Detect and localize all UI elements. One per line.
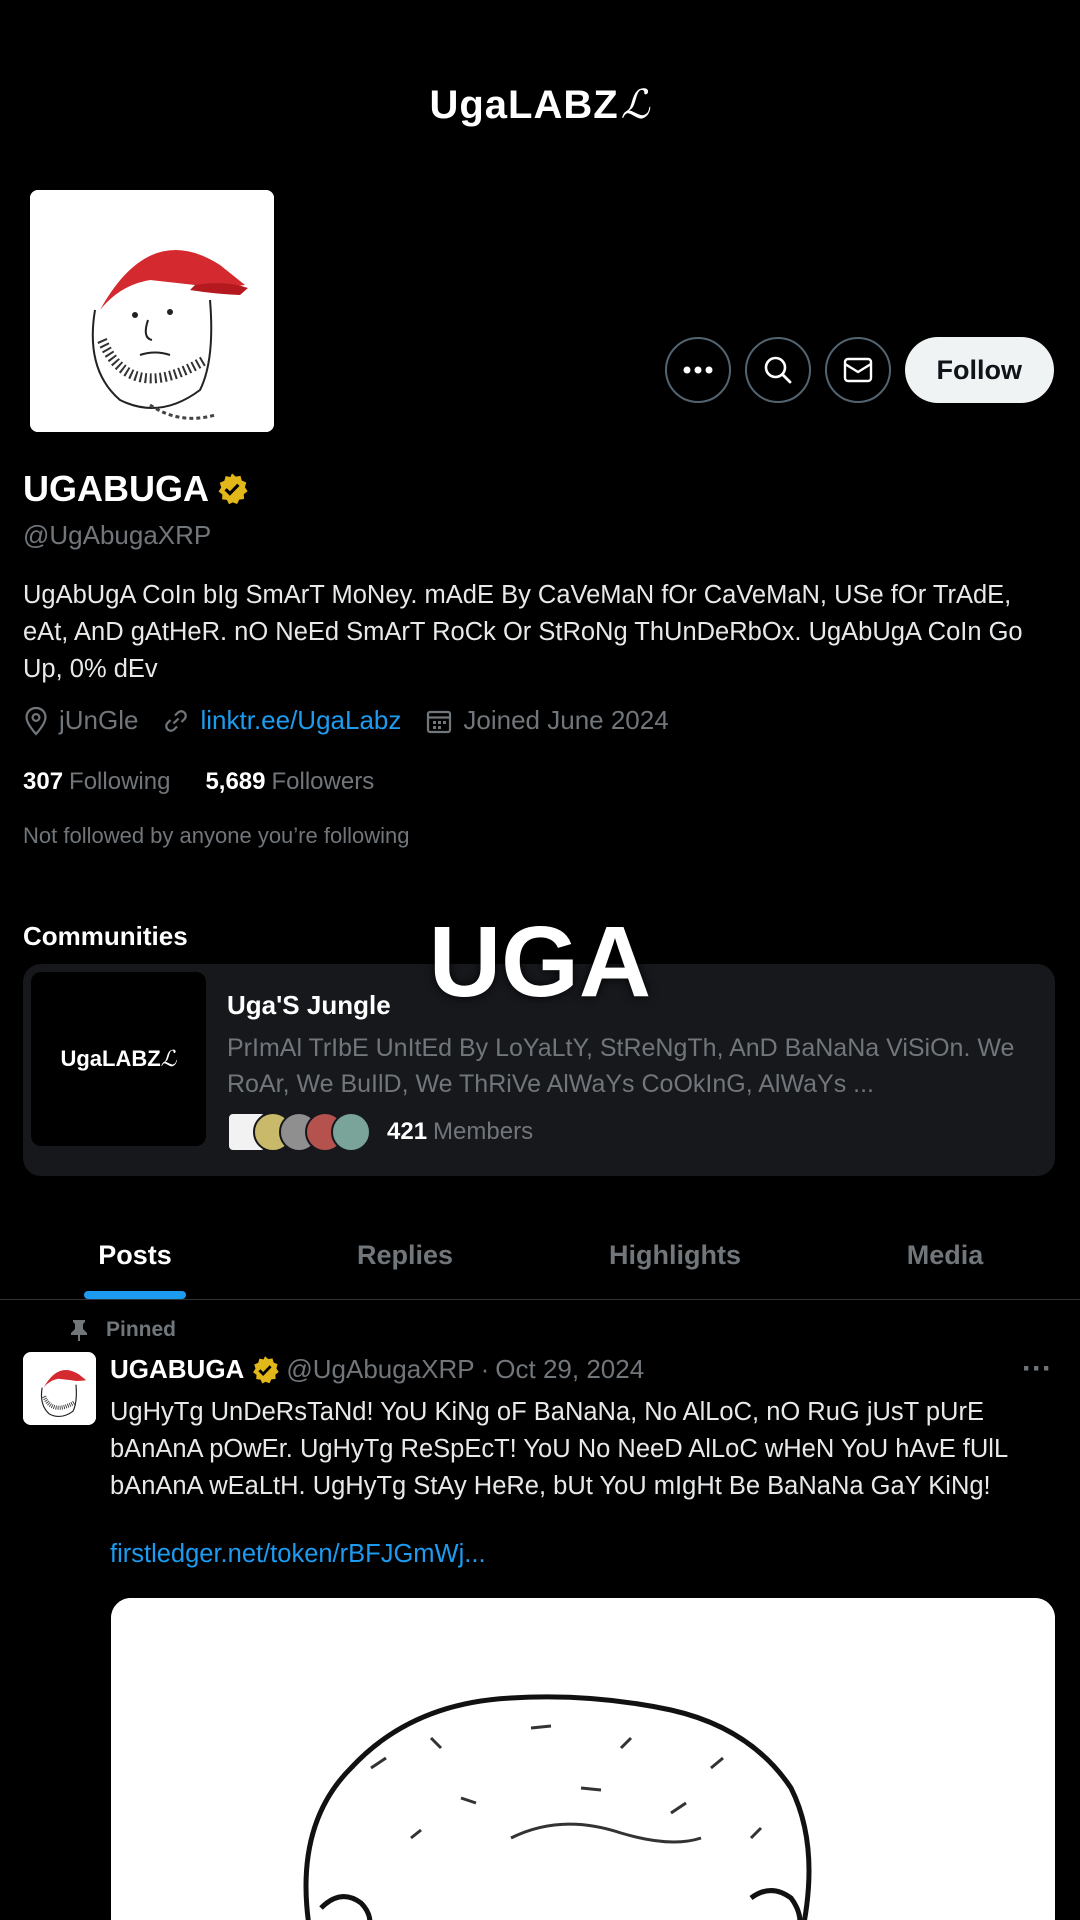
tab-highlights[interactable]: Highlights (540, 1212, 810, 1299)
calendar-icon (427, 710, 452, 733)
tab-posts[interactable]: Posts (0, 1212, 270, 1299)
verified-badge-icon (253, 1355, 280, 1383)
joined-item: Joined June 2024 (425, 705, 669, 736)
profile-bio: UgAbUgA CoIn bIg SmArT MoNey. mAdE By Ca… (23, 581, 1023, 683)
verified-badge-icon[interactable] (215, 472, 249, 506)
location-text: jUnGle (59, 705, 139, 735)
search-button[interactable] (744, 337, 811, 403)
post-link[interactable]: firstledger.net/token/rBFJGmWj... (110, 1540, 486, 1569)
profile-handle: @UgAbugaXRP (23, 520, 212, 550)
joined-text: Joined June 2024 (463, 705, 669, 735)
post-author-avatar[interactable] (23, 1352, 96, 1425)
post-header: UGABUGA @UgAbugaXRP · Oct 29, 2024 (110, 1354, 644, 1385)
profile-name: UGABUGA (23, 468, 209, 509)
video-caption-overlay: UGA (428, 906, 652, 1018)
pinned-indicator: Pinned (70, 1318, 176, 1342)
profile-meta: jUnGle linktr.ee/UgaLabz Joined June 202… (23, 705, 693, 736)
pin-icon (71, 1320, 87, 1341)
post-author-name[interactable]: UGABUGA (110, 1354, 244, 1385)
community-members: 421 Members (227, 1112, 533, 1152)
search-icon (764, 356, 791, 384)
profile-tabs: Posts Replies Highlights Media (0, 1212, 1080, 1300)
more-icon (683, 366, 713, 374)
more-button[interactable] (664, 337, 731, 403)
banana-mark-icon: ℒ (620, 82, 651, 128)
post-date[interactable]: Oct 29, 2024 (495, 1354, 644, 1385)
wojak-avatar-image (23, 1352, 96, 1425)
banana-mark-icon: ℒ (160, 1046, 177, 1072)
profile-avatar[interactable]: ACHIN (28, 188, 276, 434)
location-pin-icon (25, 706, 47, 736)
message-button[interactable] (824, 337, 891, 403)
link-icon (165, 709, 188, 732)
mail-icon (843, 357, 872, 383)
profile-actions: Follow (664, 337, 1054, 403)
members-count: 421 (387, 1118, 428, 1145)
member-avatar (331, 1112, 371, 1152)
post-author-handle: @UgAbugaXRP (286, 1354, 475, 1384)
follow-counts: 307 Following 5,689 Followers (23, 768, 409, 796)
tab-media[interactable]: Media (810, 1212, 1080, 1299)
post-media-image[interactable] (111, 1598, 1055, 1920)
not-followed-note: Not followed by anyone you’re following (23, 823, 410, 848)
profile-link[interactable]: linktr.ee/UgaLabz (200, 705, 401, 736)
rock-drawing-image (111, 1598, 1055, 1920)
follow-button[interactable]: Follow (904, 337, 1054, 403)
svg-text:ACHIN: ACHIN (157, 243, 187, 252)
tab-replies[interactable]: Replies (270, 1212, 540, 1299)
member-avatars (227, 1112, 371, 1152)
banner-logo: UgaLABZℒ (429, 82, 651, 128)
members-label: Members (433, 1118, 534, 1145)
link-item[interactable]: linktr.ee/UgaLabz (162, 705, 401, 736)
profile-name-row: UGABUGA (23, 468, 249, 510)
location-item: jUnGle (23, 705, 138, 736)
post-separator: · (480, 1354, 490, 1384)
post-text: UgHyTg UnDeRsTaNd! YoU KiNg oF BaNaNa, N… (110, 1398, 1008, 1500)
followers-link[interactable]: 5,689 Followers (205, 768, 374, 796)
wojak-avatar-image: ACHIN (30, 190, 274, 432)
post-more-button[interactable]: ··· (1022, 1352, 1052, 1386)
community-description: PrImAl TrIbE UnItEd By LoYaLtY, StReNgTh… (227, 1034, 1015, 1098)
following-link[interactable]: 307 Following (23, 768, 170, 796)
